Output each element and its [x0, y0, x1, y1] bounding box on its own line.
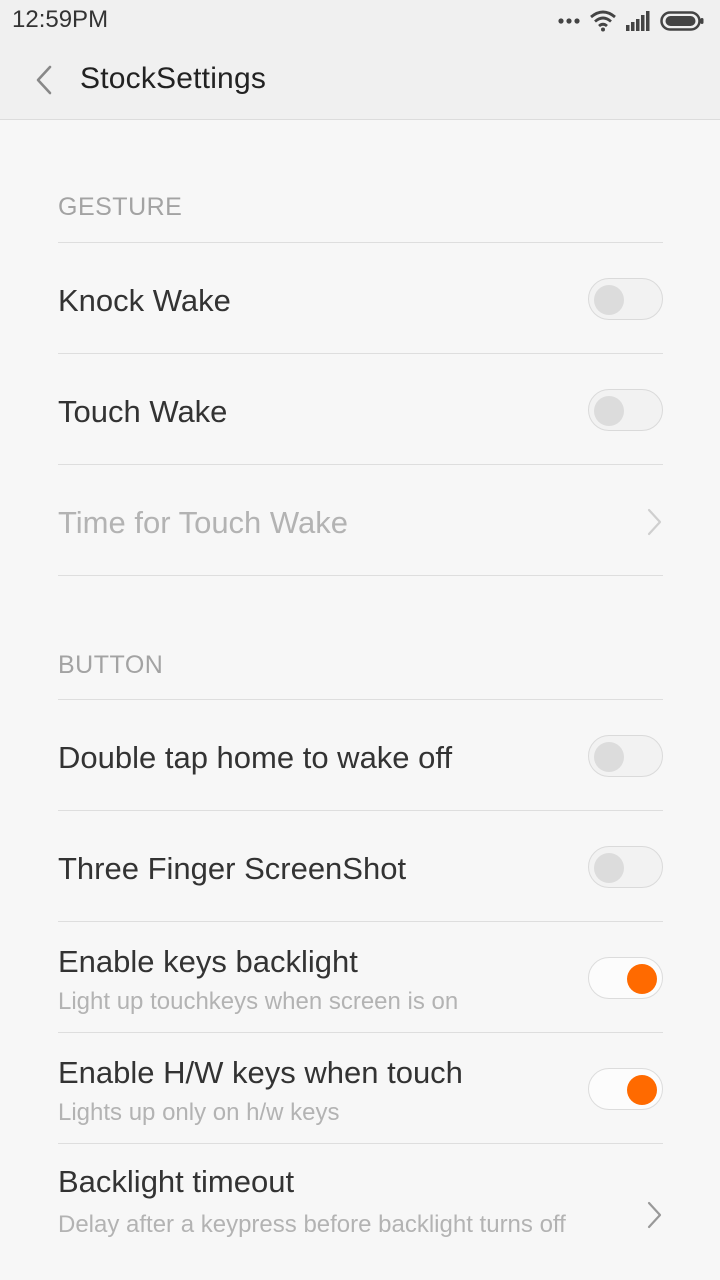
title-bar: StockSettings [0, 40, 720, 120]
knock-wake-toggle[interactable] [588, 278, 663, 320]
enable-hw-keys-toggle[interactable] [588, 1068, 663, 1110]
toggle-knob [594, 396, 624, 426]
toggle-knob [594, 853, 624, 883]
setting-title: Three Finger ScreenShot [58, 851, 407, 886]
setting-subtitle: Lights up only on h/w keys [58, 1099, 340, 1126]
divider [58, 242, 663, 243]
toggle-knob [627, 1075, 657, 1105]
divider [58, 699, 663, 700]
toggle-knob [594, 742, 624, 772]
setting-title: Enable H/W keys when touch [58, 1055, 463, 1090]
page-title: StockSettings [80, 62, 267, 95]
divider [58, 353, 663, 354]
three-finger-screenshot-toggle[interactable] [588, 846, 663, 888]
setting-title: Backlight timeout [58, 1164, 295, 1199]
setting-title: Double tap home to wake off [58, 740, 453, 775]
setting-subtitle: Delay after a keypress before backlight … [58, 1211, 566, 1238]
battery-icon [660, 11, 704, 31]
divider [58, 810, 663, 811]
section-header-button: BUTTON [58, 651, 164, 679]
setting-title: Enable keys backlight [58, 944, 358, 979]
back-chevron-icon [36, 65, 52, 95]
chevron-right-icon [647, 1201, 662, 1229]
enable-keys-backlight-toggle[interactable] [588, 957, 663, 999]
setting-subtitle: Light up touchkeys when screen is on [58, 988, 459, 1015]
double-tap-home-toggle[interactable] [588, 735, 663, 777]
touch-wake-toggle[interactable] [588, 389, 663, 431]
divider [58, 921, 663, 922]
signal-icon [626, 11, 650, 31]
status-icons [558, 8, 704, 34]
setting-row-backlight-timeout[interactable]: Backlight timeout Delay after a keypress… [0, 1144, 720, 1250]
setting-title: Touch Wake [58, 394, 228, 429]
more-dots-icon [558, 18, 580, 24]
divider [58, 1032, 663, 1033]
setting-title: Knock Wake [58, 283, 231, 318]
toggle-knob [594, 285, 624, 315]
status-bar: 12:59PM [0, 0, 720, 40]
toggle-knob [627, 964, 657, 994]
setting-title: Time for Touch Wake [58, 505, 349, 540]
wifi-icon [590, 10, 616, 32]
divider [58, 575, 663, 576]
back-button[interactable] [26, 62, 62, 98]
chevron-right-icon [647, 508, 662, 536]
divider [58, 464, 663, 465]
status-time: 12:59PM [12, 6, 109, 33]
section-header-gesture: GESTURE [58, 193, 183, 221]
